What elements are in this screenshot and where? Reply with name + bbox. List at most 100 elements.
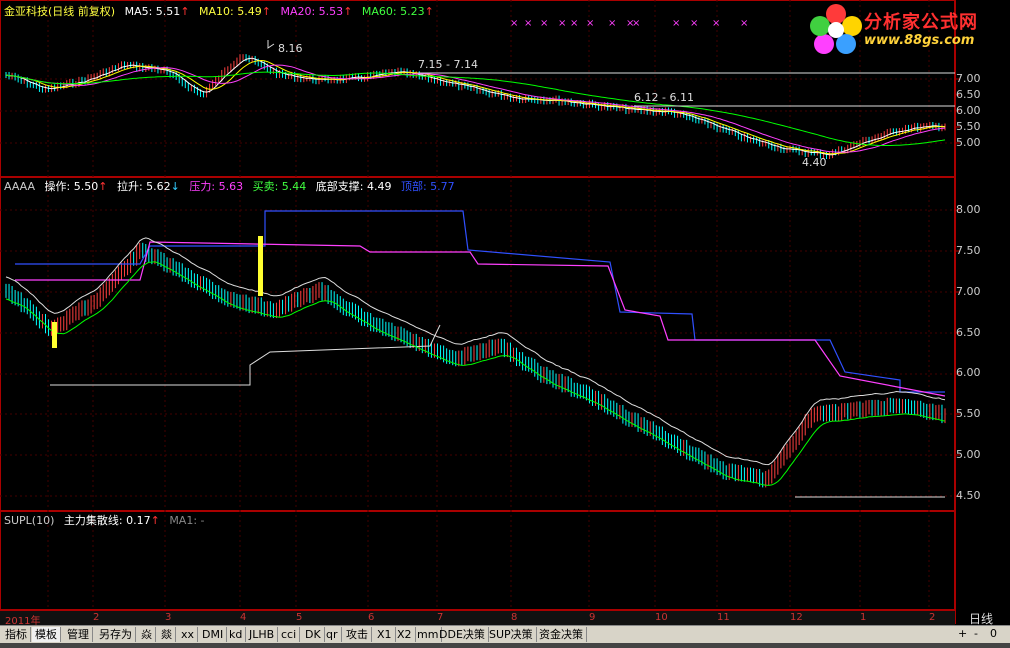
ma10-line (5, 59, 946, 155)
tab-indicator[interactable]: 指标 (2, 627, 31, 642)
zoom-in-button[interactable]: + (958, 627, 967, 640)
tab-xx[interactable]: xx (178, 627, 199, 642)
ind-ytick: 5.50 (956, 407, 981, 420)
supl-line-label: 主力集散线: 0.17 (63, 514, 151, 527)
tab-dmi[interactable]: DMI (199, 627, 228, 642)
signal-marker: × (740, 18, 748, 29)
month-label: 5 (296, 612, 303, 623)
chart-window: × × × × × × × × × × × × × 金亚科技(日线 前复权) MA5: 5.51↑ MA… (0, 0, 1010, 648)
formula-tab-bar: 指标 模板 管理 另存为 焱 燚 xx DMI kd JLHB cci DK q… (0, 625, 1010, 644)
signal-bar (258, 236, 263, 296)
supl-panel-header: SUPL(10) 主力集散线: 0.17↑ MA1: - (4, 514, 205, 527)
ind-ytick: 4.50 (956, 489, 981, 502)
chart-svg[interactable]: × × × × × × × ×× × × × × (0, 0, 1010, 648)
tab-fund-decision[interactable]: 资金决策 (536, 627, 587, 642)
range-annotation-1: 7.15 - 7.14 (418, 58, 478, 71)
signal-marker: × (510, 18, 518, 29)
month-label: 12 (790, 612, 803, 623)
month-label: 9 (589, 612, 596, 623)
ind-ytick: 6.50 (956, 326, 981, 339)
logo-name: 分析家公式网 (864, 12, 978, 33)
range-annotation-2: 6.12 - 6.11 (634, 91, 694, 104)
indicator-name[interactable]: AAAA (4, 180, 35, 193)
ma5-label: MA5: 5.51 (124, 5, 181, 18)
signal-marker: × (540, 18, 548, 29)
trade-label: 买卖: 5.44 (252, 180, 307, 193)
main-ytick: 5.50 (956, 120, 981, 133)
tab-x2[interactable]: X2 (394, 627, 416, 642)
signal-marker: × (608, 18, 616, 29)
support-line (50, 324, 441, 386)
ind-ytick: 5.00 (956, 448, 981, 461)
ind-ytick: 6.00 (956, 366, 981, 379)
high-price-annotation: 8.16 (278, 42, 303, 55)
tab-save-as[interactable]: 另存为 (96, 627, 136, 642)
flower-logo-icon (810, 4, 862, 54)
ma60-label: MA60: 5.23 (361, 5, 425, 18)
op-label: 操作: 5.50 (44, 180, 99, 193)
stock-title[interactable]: 金亚科技(日线 前复权) (4, 5, 115, 18)
indicator-panel-header: AAAA 操作: 5.50↑ 拉升: 5.62↓ 压力: 5.63 买卖: 5.… (4, 180, 455, 193)
main-ytick: 6.50 (956, 88, 981, 101)
month-label: 11 (717, 612, 730, 623)
ma20-label: MA20: 5.53 (280, 5, 344, 18)
signal-marker: × (690, 18, 698, 29)
main-panel-header: 金亚科技(日线 前复权) MA5: 5.51↑ MA10: 5.49↑ MA20… (4, 5, 434, 18)
month-label: 2 (929, 612, 936, 623)
month-label: 2 (93, 612, 100, 623)
tab-cci[interactable]: cci (278, 627, 301, 642)
ind-ytick: 7.50 (956, 244, 981, 257)
signal-marker: × (672, 18, 680, 29)
month-label: 8 (511, 612, 518, 623)
top-label: 顶部: 5.77 (400, 180, 455, 193)
ma10-label: MA10: 5.49 (199, 5, 262, 18)
indicator-panel-border (0, 177, 955, 511)
signal-marker: × (558, 18, 566, 29)
month-label: 3 (165, 612, 172, 623)
period-selector[interactable]: 日线 (958, 610, 1004, 626)
logo-url: www.88gs.com (864, 33, 975, 48)
month-label: 4 (240, 612, 247, 623)
press-label: 压力: 5.63 (189, 180, 244, 193)
signal-bar (52, 322, 57, 348)
zoom-out-button[interactable]: - (974, 627, 978, 640)
month-label: 7 (437, 612, 444, 623)
signal-marker: × (632, 18, 640, 29)
tab-yan[interactable]: 焱 (138, 627, 156, 642)
support-label: 底部支撑: 4.49 (315, 180, 392, 193)
tab-manage[interactable]: 管理 (64, 627, 93, 642)
tab-sup-decision[interactable]: SUP决策 (486, 627, 537, 642)
main-ytick: 5.00 (956, 136, 981, 149)
pull-label: 拉升: 5.62 (116, 180, 171, 193)
tab-kd[interactable]: kd (226, 627, 247, 642)
main-ytick: 7.00 (956, 72, 981, 85)
tab-dk[interactable]: DK (302, 627, 325, 642)
top-line (15, 210, 945, 393)
press-line (15, 241, 946, 397)
signal-marker: × (570, 18, 578, 29)
month-label: 10 (655, 612, 668, 623)
tab-dde-decision[interactable]: DDE决策 (436, 627, 489, 642)
high-pointer (267, 40, 275, 49)
tab-qr[interactable]: qr (323, 627, 342, 642)
month-label: 6 (368, 612, 375, 623)
reset-button[interactable]: 0 (990, 627, 997, 640)
supl-name[interactable]: SUPL(10) (4, 514, 54, 527)
ind-ytick: 7.00 (956, 285, 981, 298)
low-price-annotation: 4.40 (802, 156, 827, 169)
signal-marker: × (712, 18, 720, 29)
tab-template[interactable]: 模板 (32, 627, 61, 642)
ind-ytick: 8.00 (956, 203, 981, 216)
main-ytick: 6.00 (956, 104, 981, 117)
pull-line (5, 237, 946, 466)
tab-jlhb[interactable]: JLHB (246, 627, 279, 642)
tab-yi[interactable]: 燚 (158, 627, 176, 642)
signal-marker: × (524, 18, 532, 29)
status-strip (0, 643, 1010, 648)
tab-x1[interactable]: X1 (374, 627, 396, 642)
time-axis (0, 610, 955, 625)
tab-attack[interactable]: 攻击 (343, 627, 372, 642)
signal-marker: × (586, 18, 594, 29)
supl-ma-label: MA1: - (169, 514, 205, 527)
month-label: 1 (860, 612, 867, 623)
